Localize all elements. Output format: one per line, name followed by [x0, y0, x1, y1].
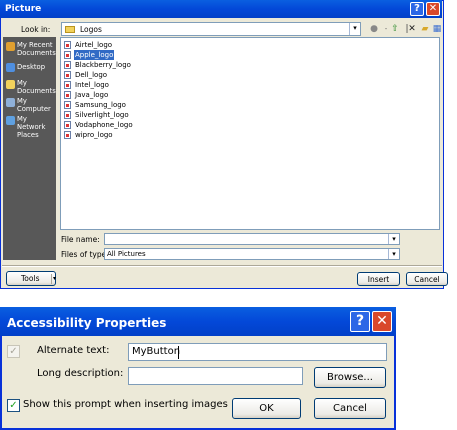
- long-description-input[interactable]: [128, 367, 303, 385]
- file-name: Dell_logo: [75, 71, 108, 79]
- look-in-select[interactable]: Logos ▾: [61, 22, 361, 36]
- alternate-text-label: Alternate text:: [37, 345, 110, 356]
- file-name: Blackberry_logo: [75, 61, 131, 69]
- file-list[interactable]: Airtel_logo Apple_logo Blackberry_logo D…: [60, 37, 440, 230]
- file-name: Apple_logo: [74, 50, 115, 60]
- accessibility-dialog-title: Accessibility Properties: [0, 307, 396, 336]
- files-of-type-select[interactable]: All Pictures ▾: [104, 248, 400, 260]
- chevron-down-icon[interactable]: ▾: [349, 23, 360, 35]
- look-in-value: Logos: [80, 25, 102, 34]
- image-file-icon: [64, 101, 71, 109]
- folder-icon: [65, 26, 75, 33]
- file-name-input[interactable]: ▾: [104, 233, 400, 245]
- chevron-down-icon: ▾: [53, 275, 57, 282]
- browse-button[interactable]: Browse...: [314, 367, 386, 388]
- image-file-icon: [64, 71, 71, 79]
- close-button[interactable]: ✕: [426, 2, 440, 16]
- look-in-label: Look in:: [21, 25, 51, 34]
- cancel-button[interactable]: Cancel: [314, 398, 386, 419]
- image-file-icon: [64, 61, 71, 69]
- alternate-text-value: MyButton: [132, 346, 181, 357]
- file-name: Airtel_logo: [75, 41, 113, 49]
- file-name: wipro_logo: [75, 131, 113, 139]
- image-file-icon: [64, 121, 71, 129]
- tools-button[interactable]: Tools ▾: [6, 271, 56, 286]
- picture-dialog-title: Picture: [0, 0, 442, 18]
- help-button[interactable]: ?: [350, 311, 370, 332]
- documents-icon: [6, 80, 15, 89]
- file-name: Java_logo: [75, 91, 109, 99]
- up-folder-icon[interactable]: ⇧: [389, 23, 401, 35]
- cancel-button[interactable]: Cancel: [406, 272, 448, 286]
- image-file-icon: [64, 131, 71, 139]
- long-description-label: Long description:: [37, 368, 124, 379]
- network-icon: [6, 116, 15, 125]
- image-file-icon: [64, 111, 71, 119]
- file-name: Silverlight_logo: [75, 111, 129, 119]
- places-bar: My Recent Documents Desktop My Documents…: [3, 37, 56, 260]
- place-label: My Network Places: [17, 115, 46, 139]
- recent-icon: [6, 42, 15, 51]
- file-name: Intel_logo: [75, 81, 109, 89]
- back-icon[interactable]: ●: [368, 23, 380, 35]
- chevron-down-icon[interactable]: ▾: [388, 249, 399, 259]
- image-file-icon: [64, 91, 71, 99]
- place-label: Desktop: [17, 63, 46, 71]
- file-name: Samsung_logo: [75, 101, 126, 109]
- alternate-text-checkbox: ✓: [7, 345, 20, 358]
- text-caret: [178, 346, 179, 359]
- files-of-type-value: All Pictures: [107, 250, 146, 258]
- image-file-icon: [64, 41, 71, 49]
- file-name: Vodaphone_logo: [75, 121, 133, 129]
- insert-button[interactable]: Insert: [357, 272, 400, 286]
- ok-button[interactable]: OK: [232, 398, 301, 419]
- place-label: My Documents: [17, 79, 56, 95]
- close-button[interactable]: ✕: [372, 311, 392, 332]
- desktop-icon: [6, 63, 15, 72]
- delete-icon[interactable]: ✕: [406, 23, 418, 35]
- views-icon[interactable]: ▦: [431, 23, 443, 35]
- alternate-text-input[interactable]: MyButton: [128, 343, 387, 361]
- chevron-down-icon[interactable]: ▾: [388, 234, 399, 244]
- new-folder-icon[interactable]: ▰: [419, 23, 431, 35]
- image-file-icon: [64, 81, 71, 89]
- divider: [51, 274, 52, 284]
- image-file-icon: [64, 51, 71, 59]
- show-prompt-label: Show this prompt when inserting images: [23, 399, 228, 410]
- place-my-network-places[interactable]: My Network Places: [3, 114, 56, 139]
- tools-label: Tools: [21, 274, 40, 283]
- file-name-label: File name:: [61, 235, 100, 244]
- show-prompt-checkbox[interactable]: ✓: [7, 399, 20, 412]
- computer-icon: [6, 98, 15, 107]
- place-label: My Computer: [17, 97, 51, 113]
- place-label: My Recent Documents: [17, 41, 56, 57]
- files-of-type-label: Files of type:: [61, 250, 109, 259]
- help-button[interactable]: ?: [410, 2, 424, 16]
- divider: [2, 265, 442, 267]
